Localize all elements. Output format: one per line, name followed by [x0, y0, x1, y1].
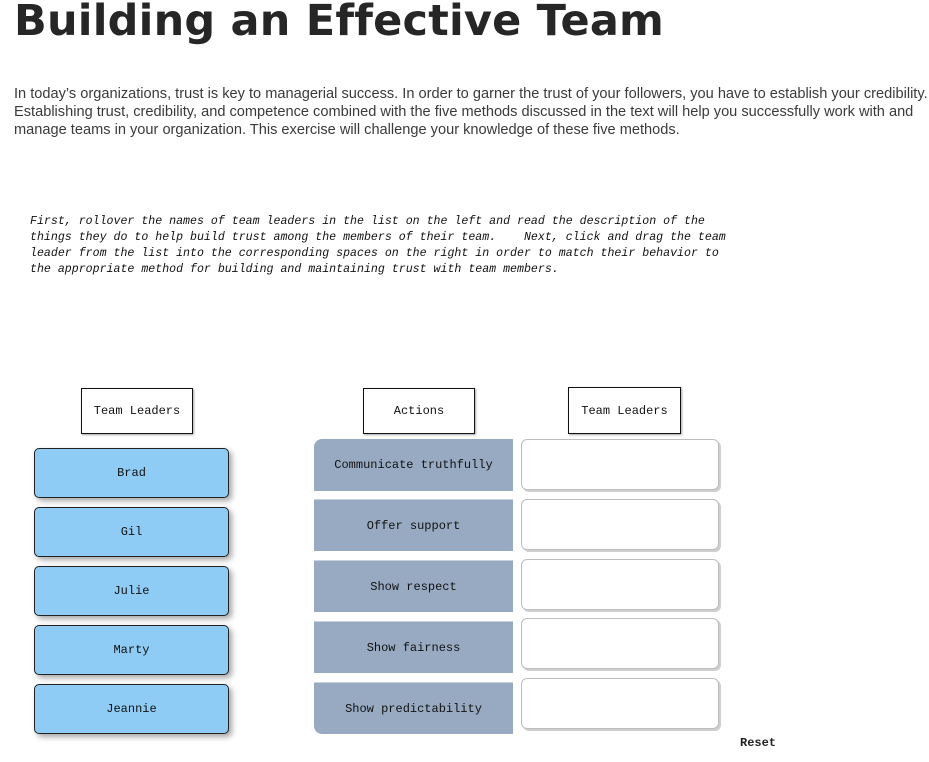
drop-zone-show-predictability[interactable]	[521, 678, 719, 729]
action-communicate-truthfully: Communicate truthfully	[314, 439, 513, 491]
leader-card-brad[interactable]: Brad	[34, 448, 229, 498]
page-title: Building an Effective Team	[14, 0, 665, 46]
actions-column-header: Actions	[363, 388, 475, 434]
drop-zone-offer-support[interactable]	[521, 499, 719, 550]
targets-column-header: Team Leaders	[568, 387, 681, 434]
action-offer-support: Offer support	[314, 499, 513, 551]
reset-button[interactable]: Reset	[740, 736, 776, 750]
drop-zone-show-fairness[interactable]	[521, 618, 719, 669]
drop-zone-communicate-truthfully[interactable]	[521, 439, 719, 490]
intro-paragraph: In today’s organizations, trust is key t…	[14, 86, 928, 138]
drop-zone-show-respect[interactable]	[521, 559, 719, 610]
action-show-respect: Show respect	[314, 560, 513, 612]
leaders-column-header: Team Leaders	[81, 388, 193, 434]
instructions-text: First, rollover the names of team leader…	[30, 215, 726, 276]
action-show-predictability: Show predictability	[314, 682, 513, 734]
action-show-fairness: Show fairness	[314, 621, 513, 673]
leader-card-jeannie[interactable]: Jeannie	[34, 684, 229, 734]
leader-card-marty[interactable]: Marty	[34, 625, 229, 675]
leader-card-gil[interactable]: Gil	[34, 507, 229, 557]
leader-card-julie[interactable]: Julie	[34, 566, 229, 616]
